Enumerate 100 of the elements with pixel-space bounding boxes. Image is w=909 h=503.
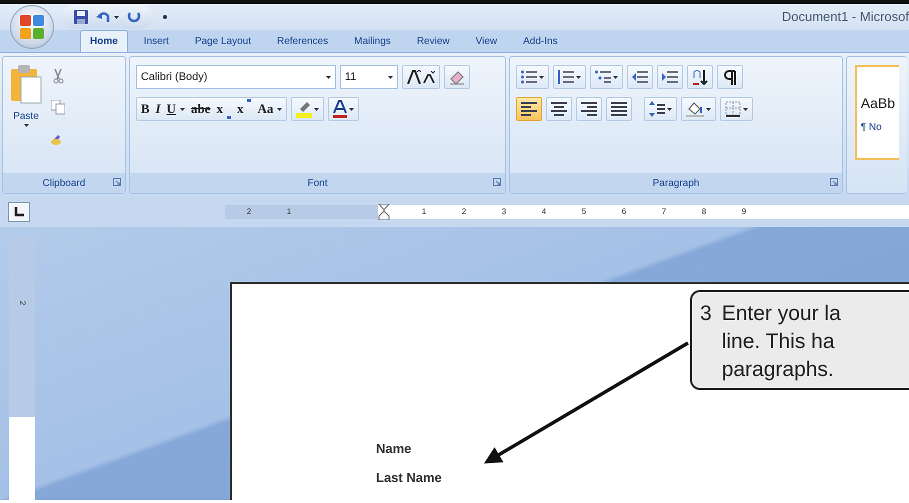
ruler-number: 3: [500, 206, 508, 218]
bullets-button[interactable]: [516, 65, 550, 89]
undo-arrow-icon: [96, 11, 110, 23]
caret-icon: [314, 108, 320, 110]
border-grid-icon: [725, 101, 742, 117]
dialog-launcher-button[interactable]: [112, 178, 121, 186]
caret-icon: [180, 108, 185, 110]
ribbon-tab[interactable]: View: [466, 30, 508, 52]
ruler-number: 5: [580, 206, 588, 218]
multilevel-list-button[interactable]: [590, 65, 624, 89]
cut-button[interactable]: [51, 69, 65, 84]
format-button[interactable]: abe: [190, 99, 210, 119]
caret-icon: [539, 76, 544, 78]
increase-indent-button[interactable]: [657, 65, 684, 89]
ruler-number: 4: [540, 206, 548, 218]
numbering-button[interactable]: [553, 65, 586, 89]
numbered-list-icon: [558, 70, 574, 84]
dialog-launcher-button[interactable]: [493, 178, 502, 186]
ribbon-tab[interactable]: Mailings: [344, 30, 401, 52]
sort-icon: [692, 70, 708, 84]
format-button[interactable]: x: [236, 99, 252, 119]
corner-arrow-icon: [112, 178, 121, 186]
borders-button[interactable]: [720, 97, 754, 121]
multilevel-list-icon: [595, 70, 612, 84]
caret-icon: [349, 108, 354, 110]
align-center-button[interactable]: [546, 97, 572, 121]
align-right-icon: [581, 101, 598, 117]
group-label: Clipboard: [42, 176, 86, 190]
font-name-field[interactable]: Calibri (Body): [136, 65, 336, 89]
line-spacing-icon: [649, 101, 666, 117]
format-button[interactable]: x: [216, 99, 231, 119]
callout-text: paragraphs.: [722, 357, 835, 383]
tab-stop-icon: [14, 207, 24, 217]
document-text: Last Name: [376, 469, 443, 487]
customize-toolbar-button[interactable]: [161, 15, 169, 19]
outdent-icon: [632, 70, 648, 84]
clear-formatting-button[interactable]: [444, 65, 470, 89]
window-title: Document1 - Microsof: [782, 8, 909, 26]
decrease-indent-button[interactable]: [627, 65, 654, 89]
ribbon-tab[interactable]: Insert: [134, 30, 179, 52]
indent-marker-icon[interactable]: [378, 204, 390, 220]
caret-icon: [613, 76, 618, 78]
format-button[interactable]: B: [140, 99, 150, 119]
show-marks-button[interactable]: [717, 65, 744, 89]
document-text: Name: [376, 440, 412, 458]
group-label: Font: [308, 176, 328, 190]
scissors-icon: [51, 69, 65, 84]
style-gallery-item[interactable]: AaBb ¶ No: [854, 65, 899, 160]
caret-icon: [388, 76, 393, 78]
ribbon-tab[interactable]: Page Layout: [184, 30, 261, 52]
style-name: ¶ No: [860, 121, 883, 135]
shrink-font-button[interactable]: [422, 71, 435, 83]
ribbon-tab[interactable]: Home: [80, 30, 128, 52]
style-preview: AaBb: [860, 94, 895, 113]
ribbon-tab[interactable]: Add-Ins: [513, 30, 568, 52]
office-logo-icon: [19, 14, 45, 40]
align-right-button[interactable]: [576, 97, 602, 121]
align-justify-icon: [611, 101, 628, 117]
align-left-icon: [521, 101, 538, 117]
font-size-field[interactable]: 11: [340, 65, 398, 89]
clipboard-icon: [9, 65, 43, 105]
grow-font-button[interactable]: [406, 70, 421, 84]
sort-button[interactable]: [687, 65, 714, 89]
dot-icon: [163, 15, 167, 19]
letter-with-bar-icon: [333, 100, 348, 118]
font-color-button[interactable]: [328, 97, 360, 121]
ribbon-tab[interactable]: References: [266, 30, 338, 52]
ruler-number: 1: [420, 206, 428, 218]
callout-text: line. This ha: [722, 329, 836, 355]
format-button[interactable]: U: [166, 99, 185, 119]
highlight-color-button[interactable]: [291, 97, 324, 121]
paste-button[interactable]: Paste: [9, 65, 43, 165]
line-spacing-button[interactable]: [644, 97, 678, 121]
caret-icon: [743, 108, 748, 110]
copy-button[interactable]: [51, 100, 65, 115]
group-label: Paragraph: [652, 176, 700, 190]
caret-icon: [706, 108, 712, 110]
format-button[interactable]: I: [155, 99, 161, 119]
step-number: 3: [700, 301, 712, 327]
paint-bucket-icon: [686, 101, 704, 117]
dialog-launcher-button[interactable]: [830, 178, 838, 186]
align-justify-button[interactable]: [606, 97, 632, 121]
indent-icon: [662, 70, 678, 84]
tab-selector-button[interactable]: [8, 202, 30, 222]
caret-icon: [576, 76, 582, 78]
ribbon-tab[interactable]: Review: [406, 30, 460, 52]
undo-button[interactable]: [94, 11, 121, 23]
small-letter-icon: [422, 71, 435, 83]
caret-icon: [277, 108, 282, 110]
ruler-number: 8: [700, 206, 708, 218]
caret-icon: [326, 76, 331, 78]
format-button[interactable]: Aa: [257, 99, 282, 119]
ruler-number: 2: [460, 206, 468, 218]
align-left-button[interactable]: [516, 97, 542, 121]
save-button[interactable]: [72, 10, 90, 24]
shading-button[interactable]: [681, 97, 716, 121]
ruler-number: 9: [740, 206, 748, 218]
redo-button[interactable]: [125, 10, 143, 24]
eraser-icon: [448, 69, 465, 85]
pages-icon: [51, 100, 65, 115]
